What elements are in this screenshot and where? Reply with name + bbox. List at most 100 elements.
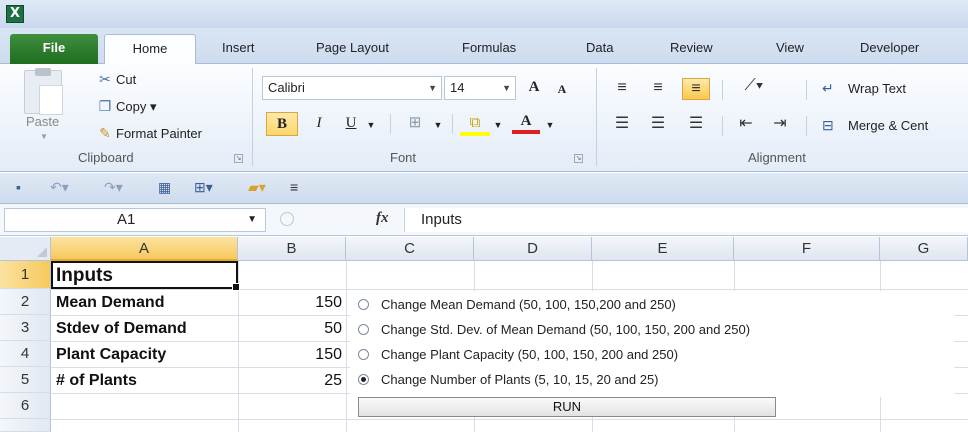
column-header-e[interactable]: E: [592, 237, 734, 261]
merge-center-button[interactable]: ⊟ Merge & Cent: [822, 114, 928, 137]
tab-review[interactable]: Review: [670, 34, 713, 64]
cell-b4[interactable]: 150: [240, 342, 342, 368]
wrap-text-button[interactable]: ↵ Wrap Text: [822, 77, 906, 100]
font-name-select[interactable]: Calibri ▼: [262, 76, 442, 100]
chevron-down-icon[interactable]: ▼: [364, 114, 378, 138]
font-color-button[interactable]: A: [512, 110, 540, 134]
italic-button[interactable]: I: [306, 112, 332, 136]
radio-button[interactable]: [358, 349, 369, 360]
customize-toolbar-icon[interactable]: ≡: [290, 179, 298, 195]
paste-dropdown-icon[interactable]: ▼: [40, 132, 48, 141]
cell-a5[interactable]: # of Plants: [56, 368, 137, 394]
grow-font-button[interactable]: A: [522, 76, 546, 100]
cell-a2[interactable]: Mean Demand: [56, 290, 164, 316]
name-box[interactable]: A1 ▼: [4, 208, 266, 232]
save-icon[interactable]: ▪: [16, 179, 21, 195]
option-mean-demand[interactable]: Change Mean Demand (50, 100, 150,200 and…: [358, 293, 676, 317]
fill-color-icon[interactable]: ⧉: [460, 112, 490, 136]
row-header-3[interactable]: 3: [0, 315, 51, 341]
tab-data[interactable]: Data: [586, 34, 613, 64]
clipboard-group-label: Clipboard: [78, 150, 134, 165]
column-header-g[interactable]: G: [880, 237, 968, 261]
align-bottom-icon[interactable]: ≡: [682, 78, 710, 100]
borders-icon[interactable]: ⊞: [400, 112, 430, 136]
cell-a3[interactable]: Stdev of Demand: [56, 316, 187, 342]
excel-icon[interactable]: X: [6, 5, 24, 23]
shrink-font-button[interactable]: A: [552, 78, 572, 102]
format-painter-button[interactable]: ✎ Format Painter: [94, 122, 202, 144]
font-group-label: Font: [390, 150, 417, 165]
column-header-b[interactable]: B: [238, 237, 346, 261]
chevron-down-icon[interactable]: ▼: [432, 114, 444, 138]
cell-b5[interactable]: 25: [240, 368, 342, 394]
insert-function-icon[interactable]: fx: [376, 210, 389, 227]
select-all-button[interactable]: [0, 237, 51, 261]
bold-button[interactable]: B: [266, 112, 298, 136]
column-header-a[interactable]: A: [51, 237, 238, 261]
redo-icon[interactable]: ↷▾: [104, 179, 123, 196]
align-center-icon[interactable]: ☰: [644, 114, 672, 136]
row-header-7[interactable]: [0, 419, 51, 432]
tab-insert[interactable]: Insert: [222, 34, 255, 64]
row-header-6[interactable]: 6: [0, 393, 51, 419]
column-header-d[interactable]: D: [474, 237, 592, 261]
orientation-icon[interactable]: ⟋▾: [734, 76, 774, 98]
toolbar-separator: [806, 116, 807, 136]
tab-file[interactable]: File: [10, 34, 98, 64]
align-middle-icon[interactable]: ≡: [644, 78, 672, 100]
borders-icon[interactable]: ⊞▾: [194, 179, 213, 196]
toolbar-separator: [722, 80, 723, 100]
cell-b2[interactable]: 150: [240, 290, 342, 316]
radio-button-selected[interactable]: [358, 374, 369, 385]
merge-cells-icon: ⊟: [822, 117, 834, 133]
chevron-down-icon[interactable]: ▼: [492, 114, 504, 138]
row-header-4[interactable]: 4: [0, 341, 51, 367]
tab-page-layout[interactable]: Page Layout: [316, 34, 389, 64]
undo-icon[interactable]: ↶▾: [50, 179, 69, 196]
row-header-5[interactable]: 5: [0, 367, 51, 393]
align-left-icon[interactable]: ☰: [608, 114, 636, 136]
column-header-c[interactable]: C: [346, 237, 474, 261]
cell-a4[interactable]: Plant Capacity: [56, 342, 166, 368]
paste-button[interactable]: Paste: [26, 114, 59, 129]
option-plant-capacity[interactable]: Change Plant Capacity (50, 100, 150, 200…: [358, 343, 678, 367]
option-std-dev[interactable]: Change Std. Dev. of Mean Demand (50, 100…: [358, 318, 750, 342]
row-header-1[interactable]: 1: [0, 261, 51, 289]
increase-indent-icon[interactable]: ⇥: [766, 114, 794, 136]
align-right-icon[interactable]: ☰: [682, 114, 710, 136]
clipboard-launcher-icon[interactable]: ↘: [234, 154, 243, 163]
toolbar-separator: [452, 114, 453, 134]
formula-input[interactable]: Inputs: [404, 208, 968, 232]
radio-button[interactable]: [358, 324, 369, 335]
cut-button[interactable]: ✂ Cut: [94, 68, 136, 90]
open-folder-icon[interactable]: ▰▾: [248, 179, 266, 196]
tab-developer[interactable]: Developer: [860, 34, 919, 64]
run-button[interactable]: RUN: [358, 397, 776, 417]
radio-button[interactable]: [358, 299, 369, 310]
row-header-2[interactable]: 2: [0, 289, 51, 315]
decrease-indent-icon[interactable]: ⇤: [732, 114, 760, 136]
chevron-down-icon[interactable]: ▼: [544, 114, 556, 138]
font-launcher-icon[interactable]: ↘: [574, 154, 583, 163]
chevron-down-icon[interactable]: ▼: [247, 209, 257, 231]
paste-icon[interactable]: [24, 68, 63, 115]
cell-b3[interactable]: 50: [240, 316, 342, 342]
print-preview-icon[interactable]: ▦: [158, 179, 171, 196]
tab-view[interactable]: View: [776, 34, 804, 64]
toolbar-separator: [806, 80, 807, 100]
option-number-of-plants[interactable]: Change Number of Plants (5, 10, 15, 20 a…: [358, 368, 659, 392]
gridline: [346, 261, 347, 432]
copy-button[interactable]: ❐ Copy ▾: [94, 95, 157, 117]
tab-formulas[interactable]: Formulas: [462, 34, 516, 64]
formula-bar: A1 ▼ fx Inputs: [0, 204, 968, 236]
underline-button[interactable]: U: [338, 112, 364, 136]
align-top-icon[interactable]: ≡: [608, 78, 636, 100]
paintbrush-icon: ✎: [99, 125, 111, 141]
font-size-select[interactable]: 14 ▼: [444, 76, 516, 100]
group-divider: [596, 68, 597, 166]
gridline: [51, 289, 968, 290]
ribbon: Paste ▼ ✂ Cut ❐ Copy ▾ ✎ Format Painter Cli…: [0, 64, 968, 172]
tab-home[interactable]: Home: [104, 34, 196, 65]
chevron-down-icon: ▼: [502, 83, 511, 93]
column-header-f[interactable]: F: [734, 237, 880, 261]
